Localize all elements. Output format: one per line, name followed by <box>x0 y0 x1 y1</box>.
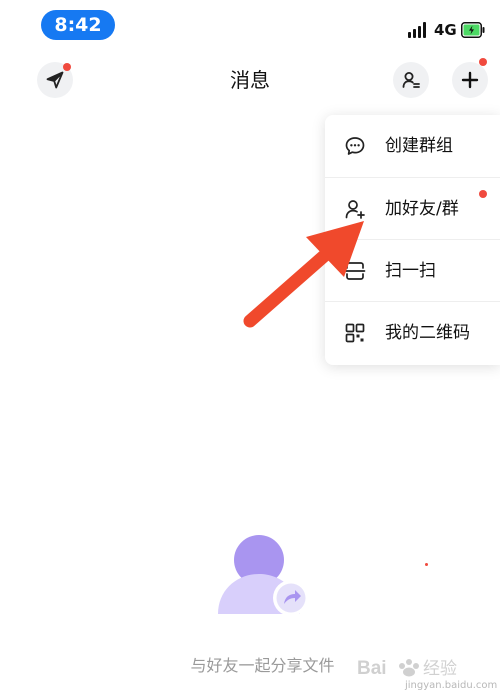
contacts-icon <box>402 72 420 88</box>
watermark-url: jingyan.baidu.com <box>405 680 498 691</box>
signal-strength-icon <box>408 22 428 38</box>
svg-text:Bai: Bai <box>357 658 387 679</box>
menu-item-label: 创建群组 <box>385 136 453 156</box>
status-time: 8:42 <box>41 10 115 40</box>
share-files-illustration <box>218 535 309 616</box>
battery-icon <box>461 22 485 38</box>
send-notification-badge <box>63 63 71 71</box>
plus-icon <box>461 71 479 89</box>
page-title: 消息 <box>230 68 270 92</box>
menu-item-label: 我的二维码 <box>385 323 470 343</box>
watermark: Bai 经验 jingyan.baidu.com <box>355 652 498 696</box>
chat-bubble-icon <box>345 137 365 155</box>
menu-item-label: 加好友/群 <box>385 199 459 219</box>
contacts-button[interactable] <box>393 62 429 98</box>
menu-item-create-group[interactable]: 创建群组 <box>325 115 500 177</box>
add-menu-button[interactable] <box>452 62 488 98</box>
network-type: 4G <box>434 21 457 39</box>
menu-item-label: 扫一扫 <box>385 261 436 281</box>
annotation-arrow <box>243 221 364 328</box>
empty-state-text: 与好友一起分享文件 <box>190 656 335 675</box>
send-icon <box>46 71 64 89</box>
decorative-dot <box>425 563 428 566</box>
plus-notification-badge <box>479 58 487 66</box>
add-friend-notification-badge <box>479 190 487 198</box>
svg-text:经验: 经验 <box>423 659 457 679</box>
